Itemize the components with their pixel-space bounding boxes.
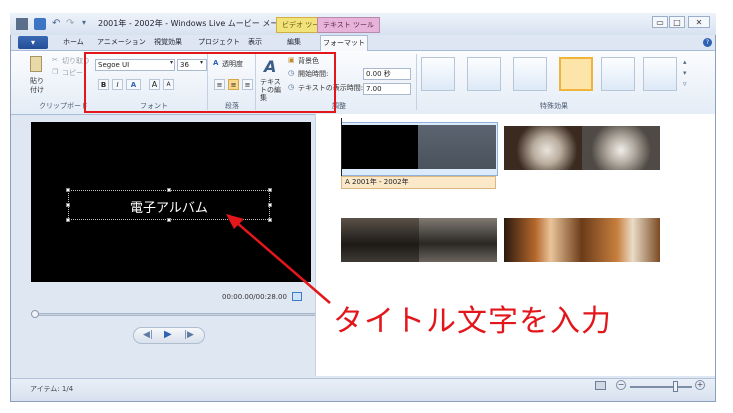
zoom-out-button[interactable]: − [616,380,626,390]
storyboard-view-icon[interactable] [595,381,606,390]
zoom-in-button[interactable]: + [695,380,705,390]
zoom-slider[interactable] [630,386,692,388]
status-bar [11,378,715,401]
annotation-label: タイトル文字を入力 [333,304,612,339]
annotation-arrow [226,214,331,304]
zoom-slider-thumb[interactable] [673,381,678,392]
status-item-count: アイテム: 1/4 [30,385,74,393]
